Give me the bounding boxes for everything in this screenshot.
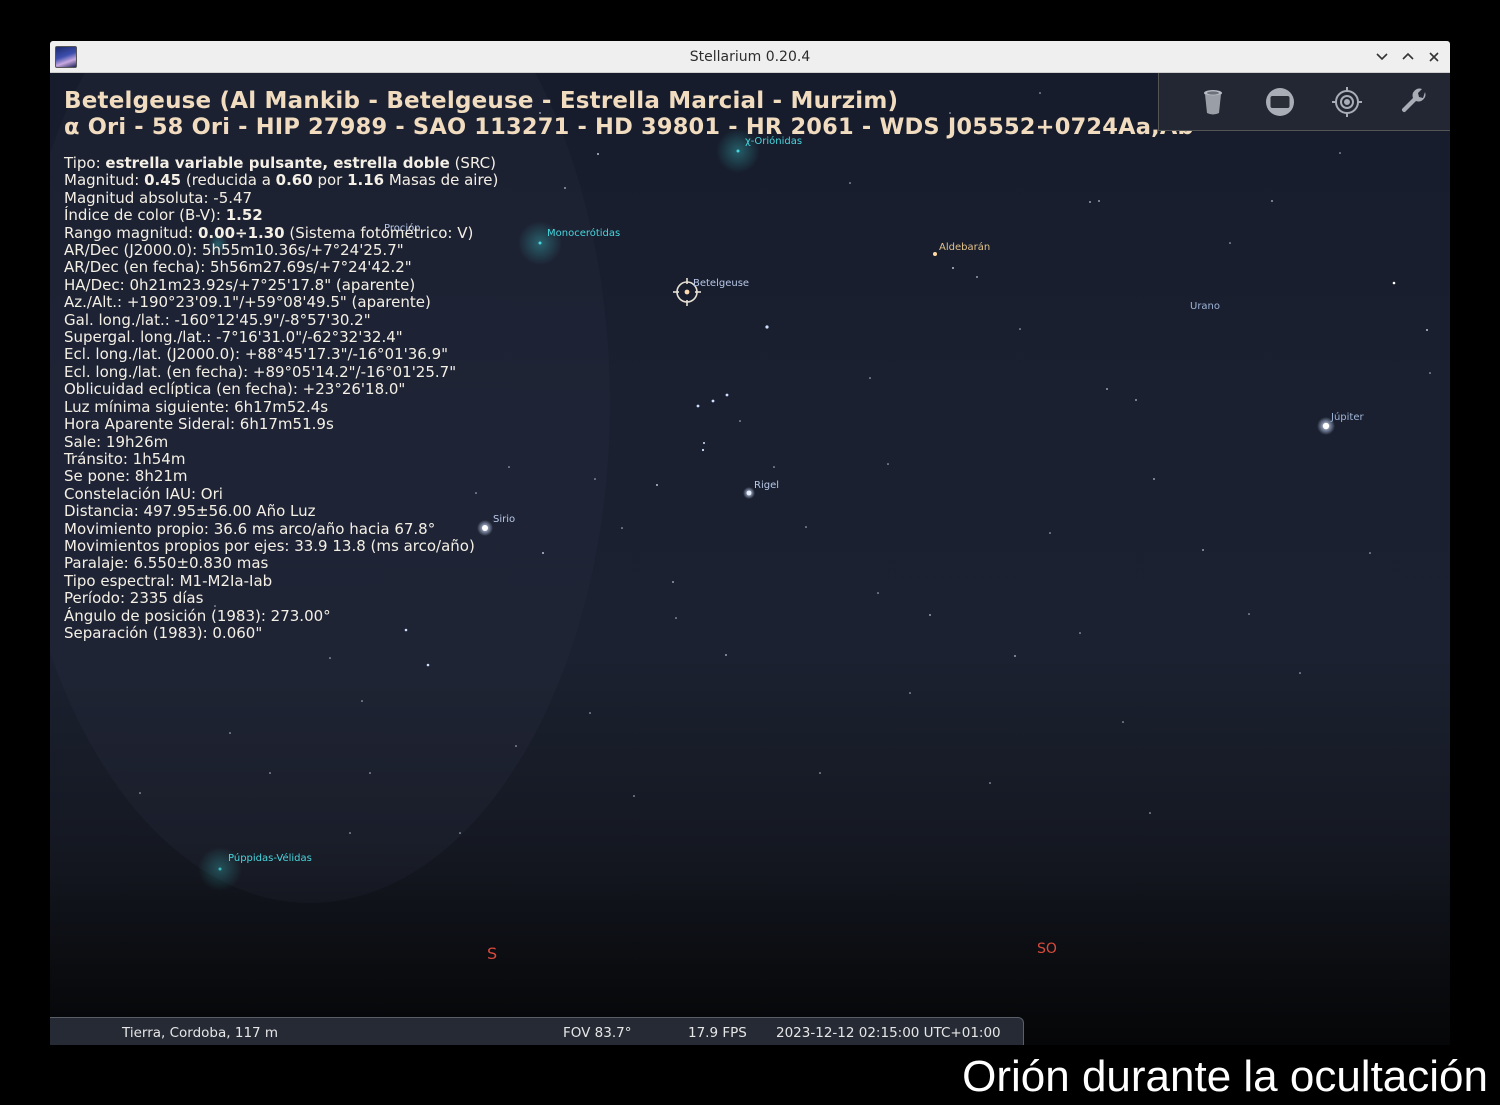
info-line: Separación (1983): 0.060" [64, 623, 263, 642]
info-line: Oblicuidad eclíptica (en fecha): +23°26'… [64, 380, 406, 399]
object-catalog-header: α Ori - 58 Ori - HIP 27989 - SAO 113271 … [64, 114, 1194, 140]
info-line: Gal. long./lat.: -160°12'45.9"/-8°57'30.… [64, 310, 371, 329]
info-line: AR/Dec (en fecha): 5h56m27.69s/+7°24'42.… [64, 258, 412, 277]
status-datetime[interactable]: 2023-12-12 02:15:00 UTC+01:00 [776, 1025, 1001, 1041]
status-bar: Tierra, Cordoba, 117 m FOV 83.7° 17.9 FP… [50, 1017, 1024, 1045]
label-betelgeuse[interactable]: Betelgeuse [693, 278, 749, 289]
info-line: Movimiento propio: 36.6 ms arco/año haci… [64, 519, 436, 538]
status-location[interactable]: Tierra, Cordoba, 117 m [122, 1025, 278, 1041]
chevron-up-icon[interactable] [1397, 46, 1419, 68]
info-line: Movimientos propios por ejes: 33.9 13.8 … [64, 536, 475, 555]
info-line: Ecl. long./lat. (J2000.0): +88°45'17.3"/… [64, 345, 449, 364]
info-tipo: Tipo: estrella variable pulsante, estrel… [64, 154, 496, 172]
info-line: AR/Dec (J2000.0): 5h55m10.36s/+7°24'25.7… [64, 241, 404, 260]
wrench-icon[interactable] [1398, 86, 1430, 118]
info-line: Hora Aparente Sideral: 6h17m51.9s [64, 415, 334, 434]
stellarium-window: Stellarium 0.20.4 Betelgeuse (Al Mankib … [50, 41, 1450, 1045]
label-jupiter[interactable]: Júpiter [1331, 412, 1364, 423]
info-line: Sale: 19h26m [64, 432, 169, 451]
cardinal-south: S [487, 944, 498, 963]
info-line: Período: 2335 días [64, 589, 204, 608]
info-line: Supergal. long./lat.: -7°16'31.0"/-62°32… [64, 328, 403, 347]
info-line: Az./Alt.: +190°23'09.1"/+59°08'49.5" (ap… [64, 293, 431, 312]
trash-bin-icon[interactable] [1197, 86, 1229, 118]
label-chi-orionidas[interactable]: χ-Oriónidas [745, 136, 802, 147]
cardinal-southwest: SO [1037, 941, 1057, 957]
status-fov: FOV 83.7° [563, 1025, 632, 1041]
top-right-toolbar [1158, 73, 1450, 131]
label-monocerotidas[interactable]: Monocerótidas [547, 228, 620, 239]
info-magnitud: Magnitud: 0.45 (reducida a 0.60 por 1.16… [64, 171, 499, 190]
info-line: Ángulo de posición (1983): 273.00° [64, 606, 331, 625]
screen-icon[interactable] [1264, 86, 1296, 118]
title-bar[interactable]: Stellarium 0.20.4 [50, 41, 1450, 73]
label-aldebaran[interactable]: Aldebarán [939, 242, 990, 253]
info-color-index: Índice de color (B-V): 1.52 [64, 206, 263, 225]
info-line: Distancia: 497.95±56.00 Año Luz [64, 502, 316, 521]
info-abs-mag: Magnitud absoluta: -5.47 [64, 188, 253, 207]
info-line: Se pone: 8h21m [64, 467, 188, 486]
object-name-header: Betelgeuse (Al Mankib - Betelgeuse - Est… [64, 88, 899, 114]
info-line: Paralaje: 6.550±0.830 mas [64, 554, 269, 573]
chevron-down-icon[interactable] [1371, 46, 1393, 68]
info-line: Luz mínima siguiente: 6h17m52.4s [64, 397, 329, 416]
close-icon[interactable] [1423, 46, 1445, 68]
label-urano[interactable]: Urano [1190, 301, 1220, 312]
info-mag-range: Rango magnitud: 0.00÷1.30 (Sistema fotom… [64, 223, 474, 242]
object-info-panel: Tipo: estrella variable pulsante, estrel… [64, 154, 534, 642]
label-rigel[interactable]: Rigel [754, 480, 779, 491]
info-line: Constelación IAU: Ori [64, 484, 223, 503]
sky-view[interactable]: Betelgeuse (Al Mankib - Betelgeuse - Est… [50, 73, 1450, 1045]
status-fps: 17.9 FPS [688, 1025, 747, 1041]
image-caption: Orión durante la ocultación [962, 1052, 1488, 1101]
info-line: Tipo espectral: M1-M2Ia-Iab [64, 571, 273, 590]
target-icon[interactable] [1331, 86, 1363, 118]
info-line: Ecl. long./lat. (en fecha): +89°05'14.2"… [64, 362, 457, 381]
label-puppidas-velidas[interactable]: Púppidas-Vélidas [228, 853, 312, 864]
info-line: HA/Dec: 0h21m23.92s/+7°25'17.8" (aparent… [64, 275, 416, 294]
info-line: Tránsito: 1h54m [64, 449, 186, 468]
window-title: Stellarium 0.20.4 [689, 49, 811, 65]
